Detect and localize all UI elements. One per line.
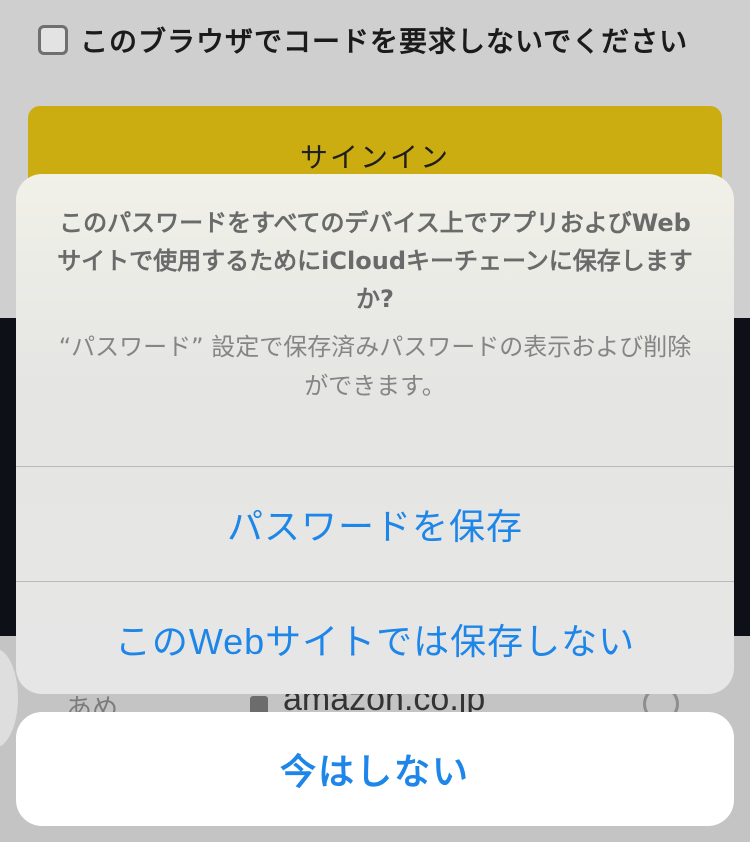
never-for-this-site-button[interactable]: このWebサイトでは保存しない — [16, 582, 734, 694]
dont-ask-code-label: このブラウザでコードを要求しないでください — [80, 25, 689, 58]
dont-ask-code-row: このブラウザでコードを要求しないでください — [38, 20, 688, 60]
dont-ask-code-checkbox[interactable] — [38, 25, 68, 55]
sheet-message: “パスワード” 設定で保存済みパスワードの表示および削除ができます。 — [58, 333, 692, 400]
save-password-sheet: このパスワードをすべてのデバイス上でアプリおよびWebサイトで使用するためにiC… — [16, 174, 734, 694]
save-password-button[interactable]: パスワードを保存 — [16, 467, 734, 581]
sheet-header: このパスワードをすべてのデバイス上でアプリおよびWebサイトで使用するためにiC… — [16, 174, 734, 466]
sheet-title: このパスワードをすべてのデバイス上でアプリおよびWebサイトで使用するためにiC… — [57, 209, 693, 313]
not-now-button[interactable]: 今はしない — [16, 712, 734, 826]
